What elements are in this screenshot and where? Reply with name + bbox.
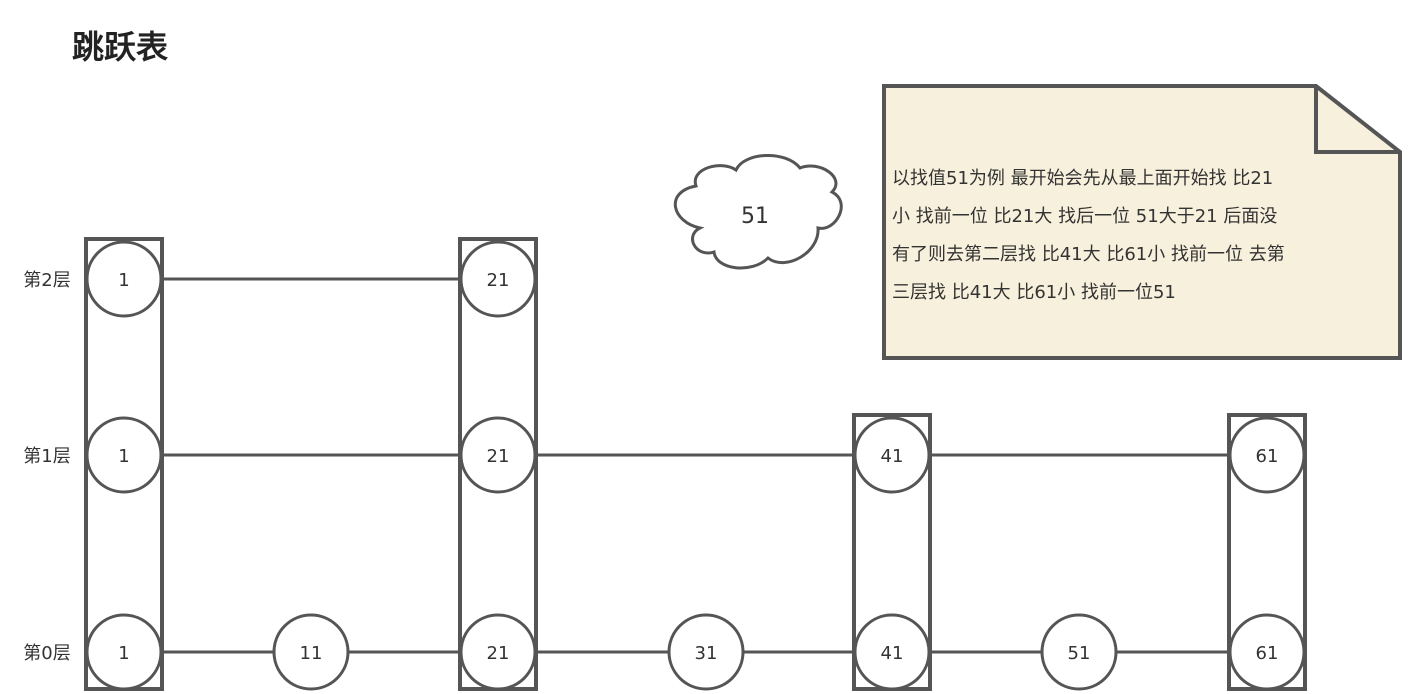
search-value-cloud: 51 <box>674 154 843 270</box>
node-value: 1 <box>118 643 129 664</box>
note-line: 有了则去第二层找 比41大 比61小 找前一位 去第 <box>892 244 1285 265</box>
note-line: 以找值51为例 最开始会先从最上面开始找 比21 <box>892 168 1274 189</box>
node-value: 21 <box>487 643 510 664</box>
node-value: 31 <box>695 643 718 664</box>
layer-label: 第0层 <box>23 643 70 664</box>
search-value-label: 51 <box>741 204 769 229</box>
node-value: 1 <box>118 270 129 291</box>
node-value: 21 <box>487 446 510 467</box>
node-value: 41 <box>881 643 904 664</box>
layer-label: 第2层 <box>23 270 70 291</box>
layer-label: 第1层 <box>23 446 70 467</box>
node-value: 21 <box>487 270 510 291</box>
node-value: 61 <box>1256 643 1279 664</box>
note-line: 小 找前一位 比21大 找后一位 51大于21 后面没 <box>892 206 1278 227</box>
node-value: 61 <box>1256 446 1279 467</box>
node-value: 51 <box>1068 643 1091 664</box>
node-value: 41 <box>881 446 904 467</box>
note-line: 三层找 比41大 比61小 找前一位51 <box>892 282 1176 303</box>
node-value: 11 <box>300 643 323 664</box>
skip-list-diagram: 51 第2层 1 21第1层 1 21 41 61第0层 1 11 21 31 41 51 61 <box>23 84 1402 691</box>
note-text: 以找值51为例 最开始会先从最上面开始找 比21 小 找前一位 比21大 找后一位… <box>892 160 1392 312</box>
node-value: 1 <box>118 446 129 467</box>
